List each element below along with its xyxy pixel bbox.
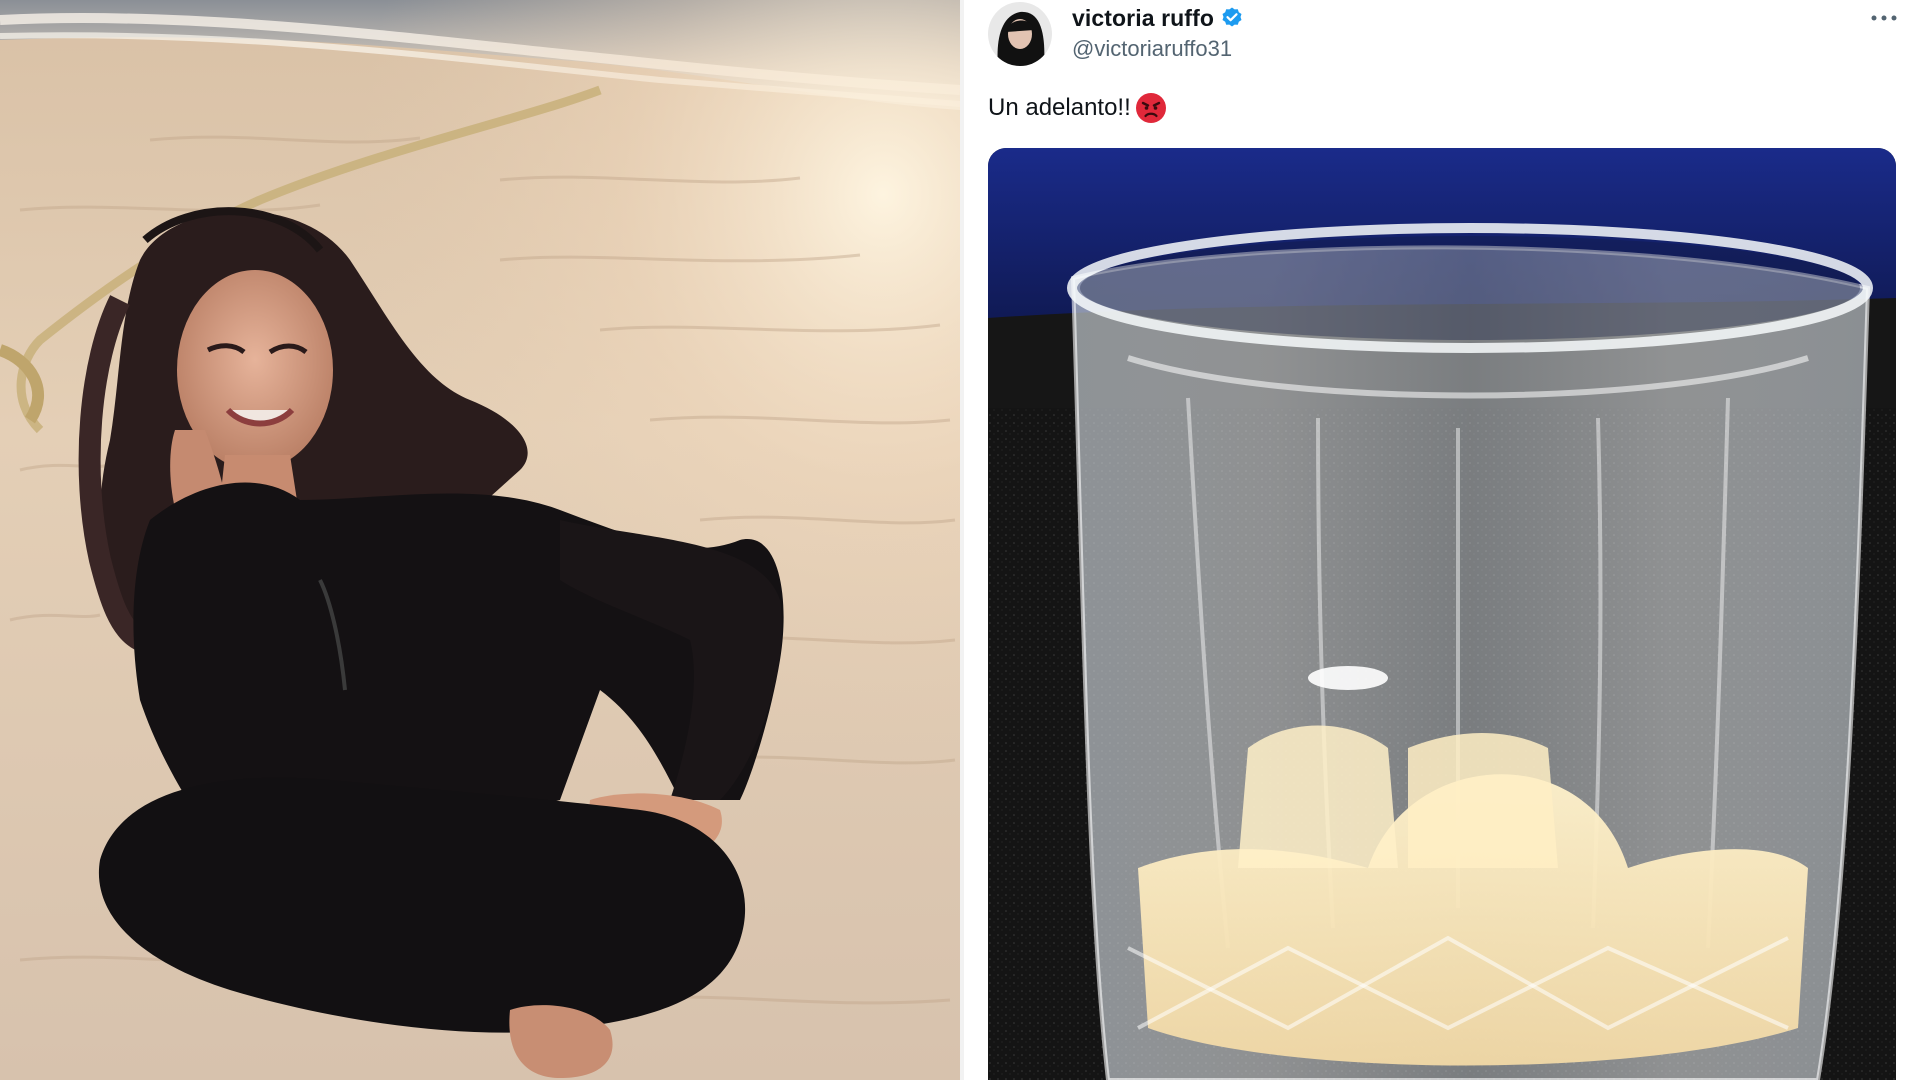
display-name-row[interactable]: victoria ruffo [1072, 4, 1244, 32]
display-name[interactable]: victoria ruffo [1072, 5, 1214, 32]
page: victoria ruffo @victoriaruffo31 Un adela… [0, 0, 1920, 1080]
avatar[interactable] [988, 2, 1052, 66]
tweet-text-content: Un adelanto!! [988, 94, 1131, 121]
verified-badge-icon [1220, 6, 1244, 30]
tweet-text: Un adelanto!! [988, 92, 1167, 124]
user-handle[interactable]: @victoriaruffo31 [1072, 36, 1232, 62]
beach-photo [0, 0, 960, 1080]
more-options-icon[interactable] [1868, 4, 1900, 32]
angry-face-icon [1135, 92, 1167, 124]
tweet-media-image[interactable] [988, 148, 1896, 1080]
tweet-card: victoria ruffo @victoriaruffo31 Un adela… [964, 0, 1920, 1080]
